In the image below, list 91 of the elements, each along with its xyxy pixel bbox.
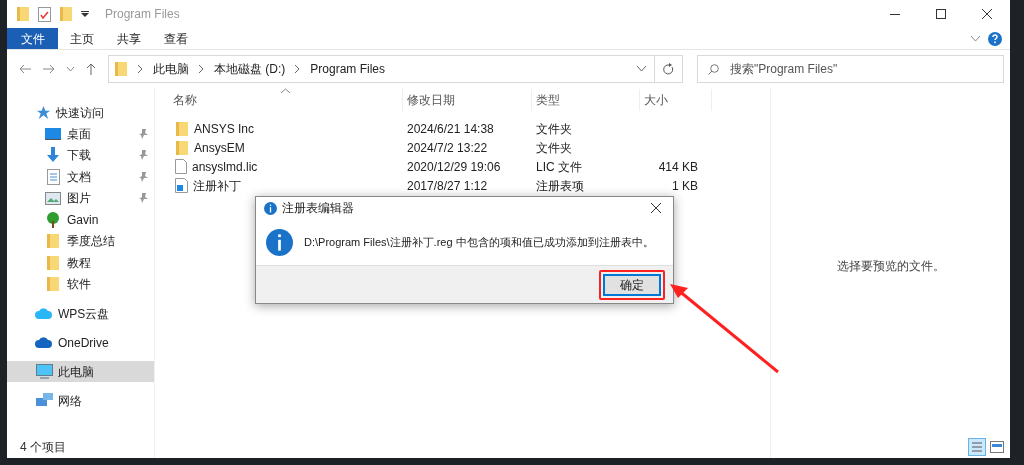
column-header[interactable]: 修改日期 bbox=[403, 89, 532, 111]
folder-icon bbox=[46, 233, 60, 250]
column-header[interactable]: 类型 bbox=[532, 89, 640, 111]
breadcrumb-item[interactable]: Program Files bbox=[310, 60, 385, 78]
pin-icon bbox=[139, 128, 148, 139]
column-header[interactable]: 大小 bbox=[640, 89, 712, 111]
item-count: 4 个项目 bbox=[20, 439, 66, 456]
table-cell: 文件夹 bbox=[536, 140, 572, 155]
minimize-icon bbox=[890, 13, 900, 15]
file-name[interactable]: ANSYS Inc bbox=[194, 119, 255, 138]
ribbon-tab[interactable]: 文件 bbox=[7, 28, 58, 49]
document-icon bbox=[46, 168, 60, 185]
breadcrumb-item[interactable]: 此电脑 bbox=[153, 60, 189, 78]
sidebar-item[interactable]: 季度总结 bbox=[7, 230, 154, 252]
folder-icon bbox=[114, 61, 128, 77]
tree-icon bbox=[45, 211, 61, 228]
folder-icon bbox=[16, 6, 30, 22]
file-name[interactable]: 注册补丁 bbox=[193, 176, 241, 195]
sidebar-item[interactable]: Gavin bbox=[7, 209, 154, 231]
table-cell: 414 KB bbox=[658, 159, 698, 174]
sidebar-item[interactable]: WPS云盘 bbox=[7, 303, 154, 324]
preview-message: 选择要预览的文件。 bbox=[836, 258, 945, 275]
folder-icon bbox=[46, 254, 60, 271]
cloud-icon bbox=[35, 336, 53, 349]
properties-icon bbox=[38, 6, 51, 22]
folder-icon bbox=[175, 120, 189, 137]
search-icon bbox=[708, 64, 719, 75]
file-name[interactable]: AnsysEM bbox=[194, 138, 245, 157]
sidebar-item[interactable]: 此电脑 bbox=[7, 361, 154, 382]
registry-file-icon bbox=[175, 178, 188, 193]
table-cell: 2017/8/27 1:12 bbox=[407, 178, 488, 193]
pin-icon bbox=[139, 150, 148, 161]
dialog-title: 注册表编辑器 bbox=[282, 200, 354, 217]
info-icon bbox=[266, 228, 293, 256]
file-name[interactable]: ansyslmd.lic bbox=[192, 157, 258, 176]
info-icon bbox=[264, 201, 277, 215]
ribbon-tab[interactable]: 共享 bbox=[105, 28, 152, 49]
file-icon bbox=[175, 159, 187, 174]
sidebar-item[interactable]: 网络 bbox=[7, 390, 154, 411]
image-icon bbox=[45, 191, 61, 205]
sidebar-item[interactable]: 下载 bbox=[7, 144, 154, 166]
table-cell: 2020/12/29 19:06 bbox=[407, 159, 501, 174]
window-title: Program Files bbox=[105, 6, 180, 23]
table-cell: 2024/7/2 13:22 bbox=[407, 140, 488, 155]
folder-icon bbox=[175, 139, 189, 156]
back-icon[interactable] bbox=[19, 64, 31, 74]
table-cell: 注册表项 bbox=[536, 178, 584, 193]
close-icon bbox=[651, 203, 661, 213]
dialog-message: D:\Program Files\注册补丁.reg 中包含的项和值已成功添加到注册表中。 bbox=[304, 234, 654, 250]
maximize-icon bbox=[936, 9, 946, 19]
close-icon bbox=[982, 9, 992, 19]
chevron-down-icon[interactable] bbox=[636, 66, 646, 72]
ribbon-tab[interactable]: 查看 bbox=[152, 28, 199, 49]
up-icon[interactable] bbox=[86, 63, 96, 75]
table-cell: 2024/6/21 14:38 bbox=[407, 121, 494, 136]
star-icon bbox=[36, 105, 51, 120]
breadcrumb-item[interactable]: 本地磁盘 (D:) bbox=[214, 60, 286, 78]
pin-icon bbox=[139, 193, 148, 204]
address-bar[interactable]: 此电脑 本地磁盘 (D:) Program Files bbox=[108, 55, 683, 83]
recent-dropdown-icon[interactable] bbox=[67, 66, 74, 72]
sidebar-item[interactable]: 快速访问 bbox=[7, 102, 154, 123]
column-header[interactable]: 名称 bbox=[155, 89, 403, 111]
cloud-icon bbox=[35, 307, 53, 320]
help-icon[interactable] bbox=[988, 31, 1002, 46]
ribbon-tab[interactable]: 主页 bbox=[58, 28, 105, 49]
ok-button[interactable]: 确定 bbox=[603, 273, 661, 296]
table-cell: 1 KB bbox=[672, 178, 698, 193]
computer-icon bbox=[35, 364, 53, 379]
sidebar-item[interactable]: OneDrive bbox=[7, 332, 154, 353]
sidebar-item[interactable]: 图片 bbox=[7, 187, 154, 209]
table-cell: 文件夹 bbox=[536, 121, 572, 136]
sidebar-item[interactable]: 软件 bbox=[7, 273, 154, 295]
pin-icon bbox=[139, 171, 148, 182]
dropdown-icon[interactable] bbox=[81, 11, 89, 17]
sidebar-item[interactable]: 文档 bbox=[7, 166, 154, 188]
chevron-down-icon[interactable] bbox=[971, 35, 980, 42]
sidebar-item[interactable]: 桌面 bbox=[7, 123, 154, 145]
network-icon bbox=[35, 393, 53, 408]
search-field[interactable]: 搜索"Program Files" bbox=[697, 55, 1004, 83]
chevron-right-icon bbox=[138, 65, 143, 73]
forward-icon[interactable] bbox=[43, 64, 55, 74]
sidebar-item[interactable]: 教程 bbox=[7, 252, 154, 274]
chevron-right-icon bbox=[199, 65, 204, 73]
folder-icon bbox=[46, 276, 60, 293]
large-icons-view-icon[interactable] bbox=[990, 441, 1004, 453]
chevron-right-icon bbox=[295, 65, 301, 73]
table-cell: LIC 文件 bbox=[536, 159, 582, 174]
new-folder-icon bbox=[59, 6, 73, 22]
monitor-icon bbox=[45, 126, 61, 141]
refresh-icon[interactable] bbox=[663, 63, 674, 75]
download-icon bbox=[46, 147, 60, 164]
